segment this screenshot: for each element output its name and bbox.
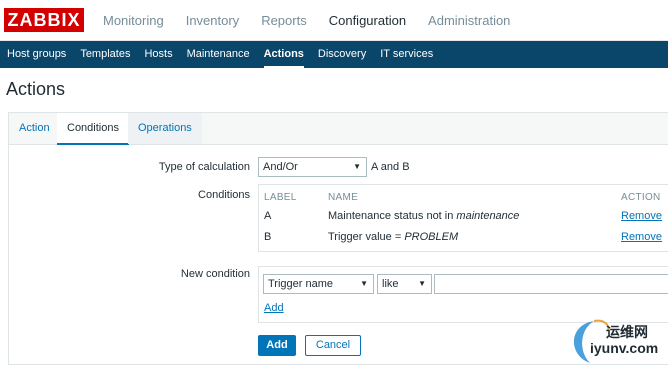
calc-formula: A and B [371,161,410,173]
conditions-table: LABEL NAME ACTION A Maintenance status n… [258,184,668,252]
form-tabs: Action Conditions Operations [9,113,668,145]
remove-condition-b-link[interactable]: Remove [621,231,662,243]
calc-type-label: Type of calculation [158,161,250,173]
subnav-hosts[interactable]: Hosts [137,41,179,68]
calc-type-select[interactable]: And/Or ▼ [258,157,367,177]
condition-type-select[interactable]: Trigger name ▼ [263,274,374,294]
header-label: LABEL [264,192,297,203]
tab-conditions[interactable]: Conditions [57,113,129,145]
page-title: Actions [6,79,66,99]
subnav-host-groups[interactable]: Host groups [0,41,73,68]
watermark-text: 运维网 [606,324,648,340]
subnav-discovery[interactable]: Discovery [311,41,373,68]
new-condition-label: New condition [180,268,250,280]
add-condition-link[interactable]: Add [264,302,284,314]
calc-type-value: And/Or [263,161,298,173]
menu-administration[interactable]: Administration [417,0,521,41]
chevron-down-icon: ▼ [360,279,368,288]
condition-value-input[interactable] [434,274,668,294]
menu-configuration[interactable]: Configuration [318,0,417,41]
cancel-button[interactable]: Cancel [305,335,361,356]
condition-a-name: Maintenance status not in maintenance [328,210,520,222]
condition-a-label: A [264,210,272,222]
top-menu: Monitoring Inventory Reports Configurati… [92,0,521,41]
conditions-label: Conditions [198,189,250,201]
condition-operator-value: like [382,278,399,290]
menu-inventory[interactable]: Inventory [175,0,250,41]
header-name: NAME [328,192,359,203]
subnav-it-services[interactable]: IT services [373,41,440,68]
chevron-down-icon: ▼ [353,162,361,171]
remove-condition-a-link[interactable]: Remove [621,210,662,222]
subnav-maintenance[interactable]: Maintenance [180,41,257,68]
condition-type-value: Trigger name [268,278,334,290]
chevron-down-icon: ▼ [418,279,426,288]
zabbix-logo[interactable]: ZABBIX [4,8,84,32]
menu-reports[interactable]: Reports [250,0,318,41]
top-navigation: ZABBIX Monitoring Inventory Reports Conf… [0,0,668,41]
tab-operations[interactable]: Operations [128,113,202,144]
tab-action[interactable]: Action [9,113,60,144]
menu-monitoring[interactable]: Monitoring [92,0,175,41]
subnav-actions[interactable]: Actions [257,41,311,68]
condition-operator-select[interactable]: like ▼ [377,274,432,294]
condition-b-name: Trigger value = PROBLEM [328,231,459,243]
header-action: ACTION [621,192,661,203]
sub-navigation: Host groups Templates Hosts Maintenance … [0,41,668,68]
subnav-templates[interactable]: Templates [73,41,137,68]
condition-b-label: B [264,231,272,243]
add-button[interactable]: Add [258,335,296,356]
watermark-url: iyunv.com [590,340,659,356]
